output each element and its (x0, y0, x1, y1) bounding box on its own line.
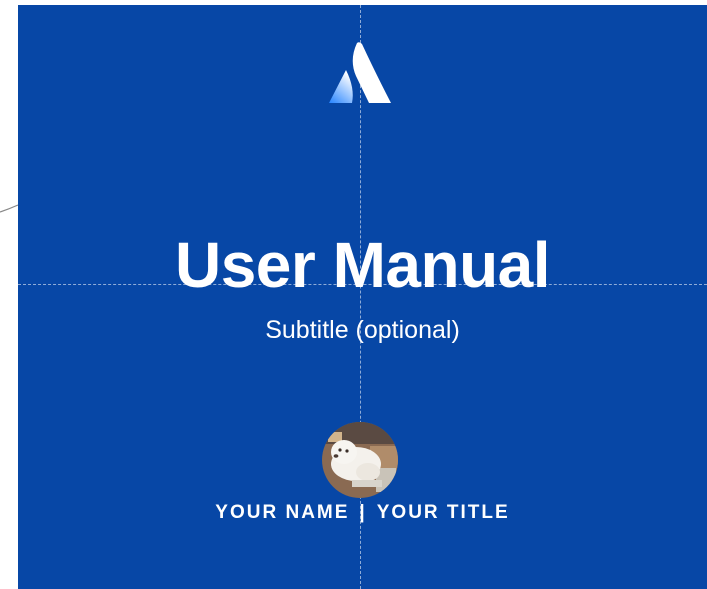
slide-canvas[interactable]: User Manual Subtitle (optional) YOUR NAM… (18, 5, 707, 589)
slide-title[interactable]: User Manual (18, 227, 707, 303)
presenter-title: YOUR TITLE (376, 502, 510, 523)
offslide-line (0, 204, 18, 213)
presenter-byline[interactable]: YOUR NAME | YOUR TITLE (18, 502, 707, 524)
slide-subtitle[interactable]: Subtitle (optional) (18, 315, 707, 345)
presenter-name: YOUR NAME (215, 502, 350, 523)
byline-separator: | (359, 502, 367, 523)
atlassian-logo-icon[interactable] (329, 42, 391, 104)
profile-photo-dog (322, 422, 398, 498)
avatar[interactable] (322, 422, 398, 498)
